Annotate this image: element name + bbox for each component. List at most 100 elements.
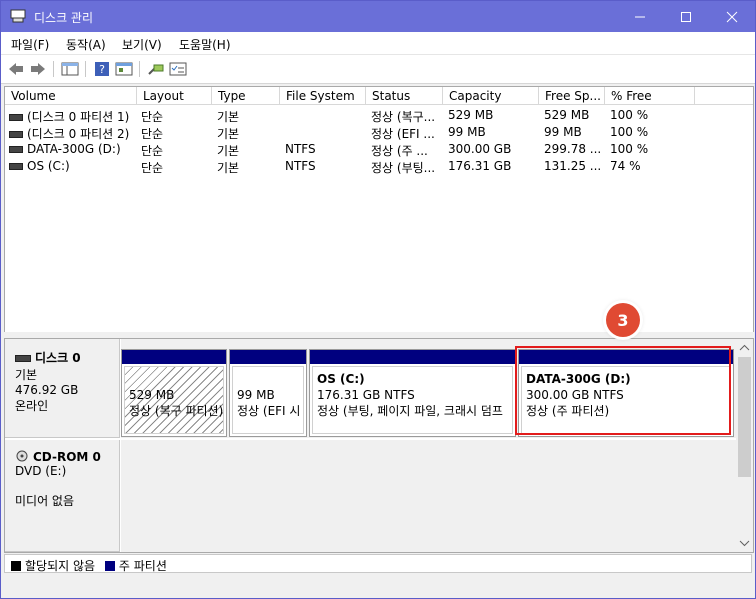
partition-size: 176.31 GB NTFS [317, 388, 415, 402]
partition-recovery[interactable]: 529 MB 정상 (복구 파티션) [121, 349, 227, 437]
volume-status: 정상 (EFI ... [371, 127, 435, 141]
volume-capacity: 99 MB [448, 125, 486, 139]
show-hide-tree-icon[interactable] [61, 61, 79, 77]
volume-name: OS (C:) [27, 159, 70, 173]
volume-type: 기본 [217, 110, 240, 124]
volume-layout: 단순 [141, 110, 164, 124]
cdrom-drive: DVD (E:) [15, 464, 67, 478]
partition-os-c[interactable]: OS (C:) 176.31 GB NTFS 정상 (부팅, 페이지 파일, 크… [309, 349, 516, 437]
maximize-icon [681, 11, 691, 22]
partition-efi[interactable]: 99 MB 정상 (EFI 시 [229, 349, 307, 437]
minimize-button[interactable] [617, 1, 663, 32]
volume-free: 131.25 ... [544, 159, 602, 173]
partition-status: 정상 (부팅, 페이지 파일, 크래시 덤프 [317, 404, 503, 418]
legend: 할당되지 않음 주 파티션 [4, 554, 752, 573]
column-percent-free[interactable]: % Free [605, 87, 695, 105]
column-free-space[interactable]: Free Sp... [539, 87, 605, 105]
menu-file[interactable]: 파일(F) [11, 36, 49, 53]
volume-layout: 단순 [141, 161, 164, 175]
window-title: 디스크 관리 [34, 11, 94, 25]
disk-0-label[interactable]: 디스크 0 기본 476.92 GB 온라인 [5, 339, 120, 438]
title-bar: 디스크 관리 [1, 1, 755, 32]
scroll-thumb[interactable] [738, 357, 751, 477]
volume-percent: 100 % [610, 108, 649, 122]
toolbar-separator [85, 61, 86, 77]
status-bar [1, 575, 755, 598]
volume-list: Volume Layout Type File System Status Ca… [4, 86, 754, 333]
close-button[interactable] [709, 1, 755, 32]
primary-swatch [104, 561, 115, 571]
legend-primary: 주 파티션 [118, 559, 167, 573]
properties-icon[interactable] [115, 61, 133, 77]
volume-layout: 단순 [141, 144, 164, 158]
volume-name: (디스크 0 파티션 2) [27, 127, 130, 141]
checklist-icon[interactable] [169, 61, 187, 77]
volume-capacity: 529 MB [448, 108, 494, 122]
legend-unallocated: 할당되지 않음 [25, 559, 96, 573]
volume-type: 기본 [217, 144, 240, 158]
cdrom-0-label[interactable]: CD-ROM 0 DVD (E:) 미디어 없음 [5, 440, 120, 552]
volume-type: 기본 [217, 161, 240, 175]
volume-name: (디스크 0 파티션 1) [27, 110, 130, 124]
forward-arrow-icon[interactable] [29, 61, 47, 77]
partition-size: 529 MB [129, 388, 175, 402]
volume-status: 정상 (복구... [371, 110, 436, 124]
menu-bar: 파일(F) 동작(A) 보기(V) 도움말(H) [1, 32, 755, 54]
menu-view[interactable]: 보기(V) [122, 36, 162, 53]
scroll-down-icon[interactable] [736, 536, 753, 550]
svg-text:?: ? [99, 63, 105, 76]
volume-name: DATA-300G (D:) [27, 142, 121, 156]
volume-icon [9, 114, 23, 121]
cdrom-state: 미디어 없음 [15, 494, 75, 508]
scroll-up-icon[interactable] [736, 341, 753, 355]
volume-status: 정상 (주 ... [371, 144, 428, 158]
partition-size: 99 MB [237, 388, 275, 402]
toolbar-separator [139, 61, 140, 77]
disk-name: 디스크 0 [35, 351, 81, 365]
disk-management-icon [10, 9, 26, 23]
partition-bar [310, 350, 515, 364]
toolbar-separator [53, 61, 54, 77]
volume-fs: NTFS [285, 142, 316, 156]
volume-status: 정상 (부팅... [371, 161, 436, 175]
disk-size: 476.92 GB [15, 383, 79, 397]
volume-icon [9, 146, 23, 153]
minimize-icon [635, 16, 645, 17]
volume-percent: 100 % [610, 125, 649, 139]
disk-icon [15, 355, 31, 362]
volume-capacity: 300.00 GB [448, 142, 512, 156]
close-icon [726, 11, 738, 22]
volume-capacity: 176.31 GB [448, 159, 512, 173]
column-file-system[interactable]: File System [280, 87, 366, 105]
toolbar: ? [1, 54, 755, 84]
volume-free: 299.78 ... [544, 142, 602, 156]
column-status[interactable]: Status [366, 87, 443, 105]
cdrom-name: CD-ROM 0 [33, 450, 101, 464]
cdrom-area [121, 440, 736, 552]
volume-icon [9, 131, 23, 138]
disk-state: 온라인 [15, 399, 49, 413]
volume-layout: 단순 [141, 127, 164, 141]
volume-type: 기본 [217, 127, 240, 141]
column-layout[interactable]: Layout [137, 87, 212, 105]
partition-title: OS (C:) [317, 372, 365, 386]
back-arrow-icon[interactable] [7, 61, 25, 77]
menu-help[interactable]: 도움말(H) [179, 36, 231, 53]
unallocated-swatch [11, 561, 21, 571]
partition-bar [122, 350, 226, 364]
menu-action[interactable]: 동작(A) [66, 36, 106, 53]
maximize-button[interactable] [663, 1, 709, 32]
disk-management-window: 디스크 관리 파일(F) 동작(A) 보기(V) 도움말(H) ? Volume… [0, 0, 756, 599]
column-filler [695, 87, 753, 105]
column-volume[interactable]: Volume [5, 87, 137, 105]
vertical-scrollbar[interactable] [736, 339, 753, 552]
highlight-box [515, 346, 731, 435]
volume-percent: 74 % [610, 159, 641, 173]
help-icon[interactable]: ? [93, 61, 111, 77]
volume-free: 99 MB [544, 125, 582, 139]
partition-body: OS (C:) 176.31 GB NTFS 정상 (부팅, 페이지 파일, 크… [312, 366, 513, 434]
volume-icon [9, 163, 23, 170]
column-capacity[interactable]: Capacity [443, 87, 539, 105]
column-type[interactable]: Type [212, 87, 280, 105]
connect-icon[interactable] [147, 61, 165, 77]
